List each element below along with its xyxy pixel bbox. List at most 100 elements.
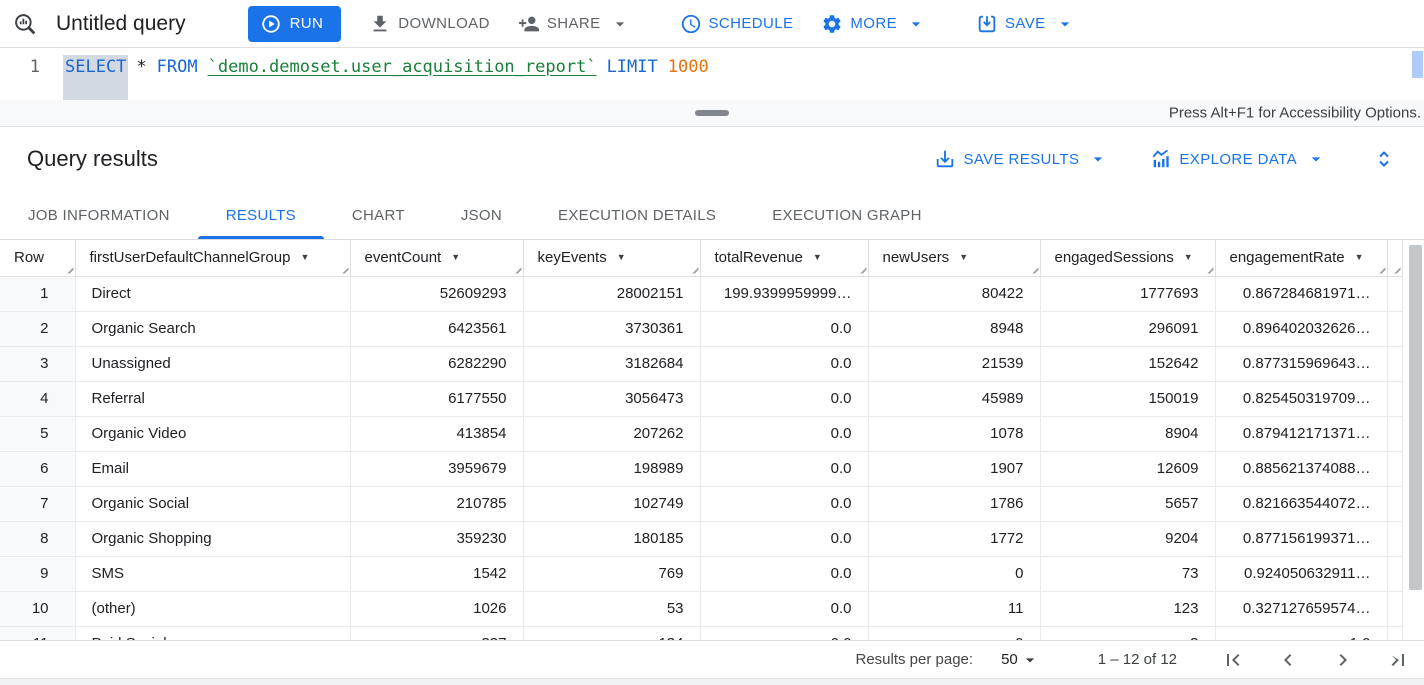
column-resize-grip[interactable] — [1029, 264, 1039, 274]
data-cell: 1777693 — [1040, 276, 1215, 311]
chevron-down-icon — [1055, 14, 1075, 34]
chevron-left-icon — [1276, 648, 1300, 672]
expand-panel-button[interactable] — [1372, 147, 1396, 171]
tab-execution-graph[interactable]: EXECUTION GRAPH — [744, 191, 950, 239]
gear-icon — [821, 13, 843, 35]
data-cell: Referral — [75, 381, 350, 416]
more-button[interactable]: MORE — [821, 13, 926, 35]
results-table: Row firstUserDefaultChannelGroup ▼ eventCou… — [0, 240, 1403, 640]
save-button[interactable]: SAVE — [976, 13, 1075, 35]
unfold-more-icon — [1372, 147, 1396, 171]
data-cell — [1387, 626, 1402, 640]
column-resize-grip[interactable] — [1391, 264, 1401, 274]
column-menu-caret-icon[interactable]: ▼ — [451, 252, 460, 262]
page-range-label: 1 – 12 of 12 — [1098, 651, 1177, 668]
data-cell: 0.0 — [700, 556, 868, 591]
column-label: firstUserDefaultChannelGroup — [90, 249, 291, 266]
data-cell: 3959679 — [350, 451, 523, 486]
results-table-viewport[interactable]: Row firstUserDefaultChannelGroup ▼ eventCou… — [0, 240, 1424, 640]
column-resize-grip[interactable] — [512, 264, 522, 274]
column-label: Row — [14, 249, 44, 266]
tab-job-information[interactable]: JOB INFORMATION — [0, 191, 198, 239]
column-resize-grip[interactable] — [1204, 264, 1214, 274]
data-cell: Unassigned — [75, 346, 350, 381]
data-cell: 3182684 — [523, 346, 700, 381]
first-page-button[interactable] — [1221, 648, 1245, 672]
run-button[interactable]: RUN — [248, 6, 342, 42]
data-cell: 0.896402032626… — [1215, 311, 1387, 346]
chevron-down-icon — [906, 14, 926, 34]
editor-scrollbar-thumb[interactable] — [1412, 51, 1423, 78]
tab-json[interactable]: JSON — [433, 191, 530, 239]
data-cell: 0.0 — [700, 381, 868, 416]
data-cell: 0 — [868, 626, 1040, 640]
column-resize-grip[interactable] — [64, 264, 74, 274]
data-cell: 0.327127659574… — [1215, 591, 1387, 626]
row-number-cell: 9 — [0, 556, 75, 591]
column-menu-caret-icon[interactable]: ▼ — [813, 252, 822, 262]
data-cell: Direct — [75, 276, 350, 311]
table-row: 7Organic Social2107851027490.0178656570.… — [0, 486, 1402, 521]
data-cell: Organic Social — [75, 486, 350, 521]
share-button[interactable]: SHARE — [518, 13, 630, 35]
column-menu-caret-icon[interactable]: ▼ — [617, 252, 626, 262]
column-menu-caret-icon[interactable]: ▼ — [1355, 252, 1364, 262]
data-cell: 73 — [1040, 556, 1215, 591]
data-cell: 6177550 — [350, 381, 523, 416]
column-header-Row: Row — [0, 240, 75, 276]
tab-results[interactable]: RESULTS — [198, 191, 324, 239]
tab-execution-details[interactable]: EXECUTION DETAILS — [530, 191, 744, 239]
data-cell: 1542 — [350, 556, 523, 591]
table-row: 2Organic Search642356137303610.089482960… — [0, 311, 1402, 346]
data-cell: 80422 — [868, 276, 1040, 311]
table-scrollbar-thumb[interactable] — [1409, 245, 1422, 590]
data-cell: 0 — [868, 556, 1040, 591]
column-resize-grip[interactable] — [1376, 264, 1386, 274]
data-cell: Paid Social — [75, 626, 350, 640]
sql-table-reference[interactable]: `demo.demoset.user_acquisition_report` — [208, 57, 597, 100]
column-menu-caret-icon[interactable]: ▼ — [1184, 252, 1193, 262]
column-resize-grip[interactable] — [339, 264, 349, 274]
data-cell: SMS — [75, 556, 350, 591]
line-number: 1 — [0, 48, 52, 100]
column-label: eventCount — [365, 249, 442, 266]
previous-page-button[interactable] — [1276, 648, 1300, 672]
data-cell: Email — [75, 451, 350, 486]
column-label: keyEvents — [538, 249, 607, 266]
column-header-firstUserDefaultChannelGroup: firstUserDefaultChannelGroup ▼ — [75, 240, 350, 276]
column-resize-grip[interactable] — [689, 264, 699, 274]
sql-editor[interactable]: 1 SELECT * FROM `demo.demoset.user_acqui… — [0, 48, 1424, 100]
query-toolbar: Untitled query RUN DOWNLOAD SHARE SC — [0, 0, 1424, 48]
column-menu-caret-icon[interactable]: ▼ — [959, 252, 968, 262]
next-page-button[interactable] — [1331, 648, 1355, 672]
data-cell — [1387, 521, 1402, 556]
sql-keyword-select: SELECT — [65, 57, 126, 100]
clock-icon — [680, 13, 702, 35]
data-cell: 8948 — [868, 311, 1040, 346]
sql-code-line: SELECT * FROM `demo.demoset.user_acquisi… — [52, 48, 709, 100]
page-size-select[interactable]: 50 — [995, 649, 1046, 671]
download-button[interactable]: DOWNLOAD — [369, 13, 490, 35]
data-cell — [1387, 591, 1402, 626]
table-row: 10(other)1026530.0111230.327127659574… — [0, 591, 1402, 626]
save-alt-icon — [934, 148, 956, 170]
data-cell: 0.0 — [700, 346, 868, 381]
data-cell: 0.0 — [700, 451, 868, 486]
tab-chart[interactable]: CHART — [324, 191, 433, 239]
splitter-drag-handle[interactable] — [695, 110, 729, 116]
table-row: 4Referral617755030564730.0459891500190.8… — [0, 381, 1402, 416]
table-row: 5Organic Video4138542072620.0107889040.8… — [0, 416, 1402, 451]
row-number-cell: 8 — [0, 521, 75, 556]
save-results-button[interactable]: SAVE RESULTS — [934, 148, 1108, 170]
play-circle-icon — [260, 13, 282, 35]
pagination-bar: Results per page: 50 1 – 12 of 12 — [0, 640, 1424, 678]
last-page-button[interactable] — [1386, 648, 1410, 672]
explore-data-button[interactable]: EXPLORE DATA — [1150, 148, 1326, 170]
column-menu-caret-icon[interactable]: ▼ — [300, 252, 309, 262]
table-row: 1Direct5260929328002151199.9399959999…80… — [0, 276, 1402, 311]
data-cell: 198989 — [523, 451, 700, 486]
data-cell: 0.879412171371… — [1215, 416, 1387, 451]
schedule-button[interactable]: SCHEDULE — [680, 13, 794, 35]
column-resize-grip[interactable] — [857, 264, 867, 274]
data-cell: 0.0 — [700, 416, 868, 451]
